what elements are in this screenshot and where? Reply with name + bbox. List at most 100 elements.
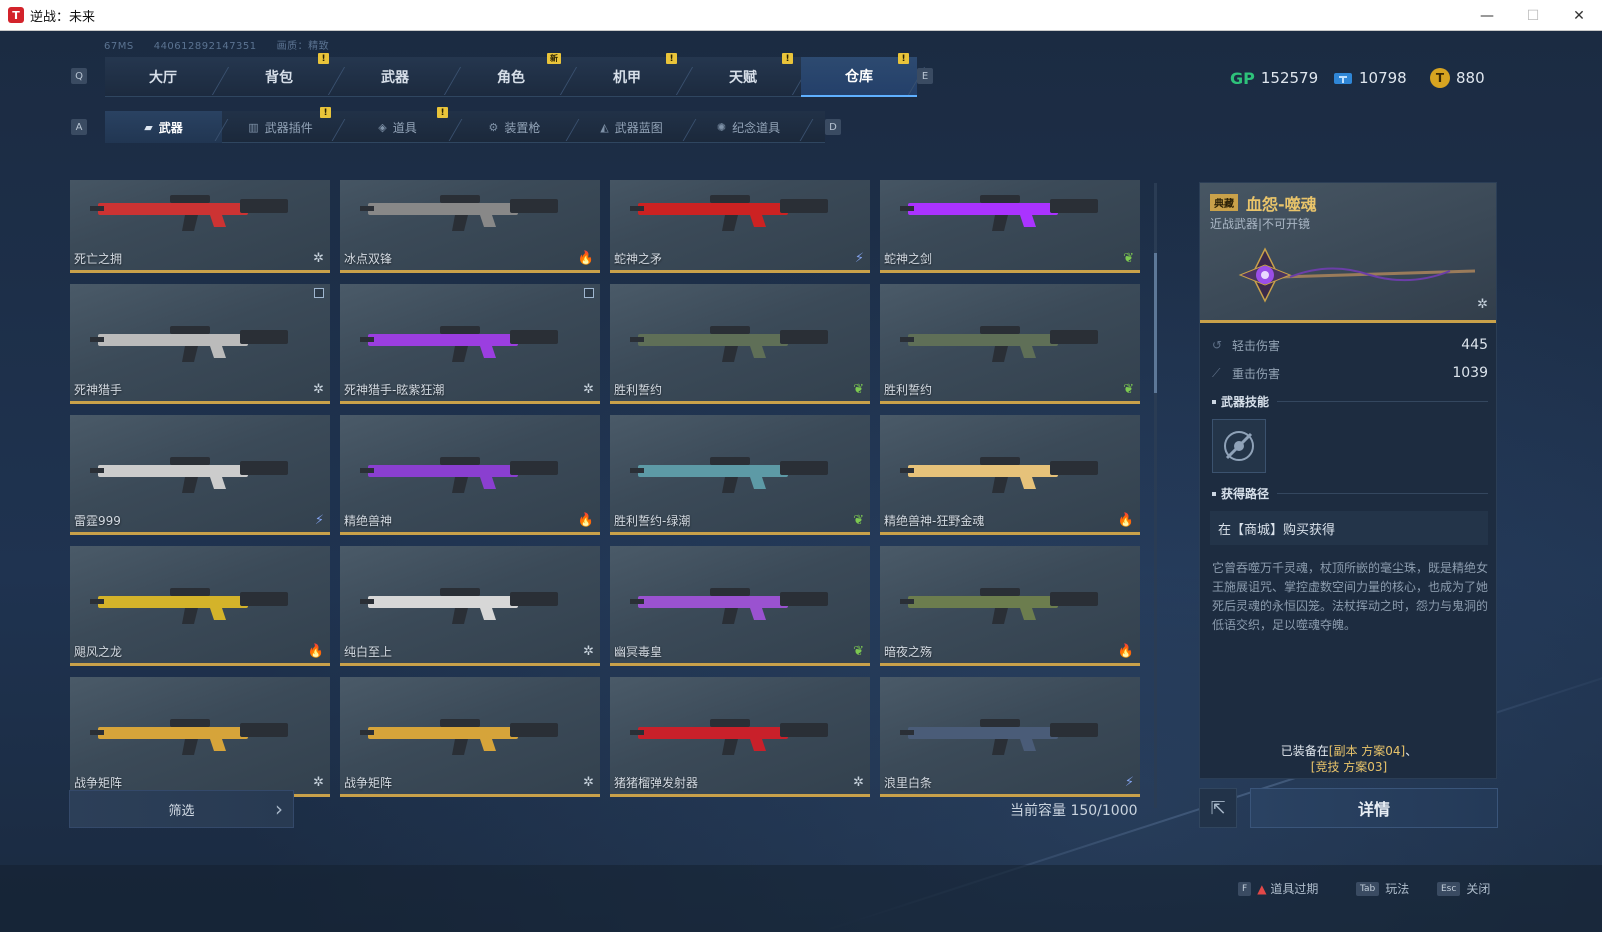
weapon-card[interactable]: 死神猎手 ✲ [70,284,330,404]
weapon-image [90,326,288,362]
tab-backpack[interactable]: 背包! [221,53,337,97]
ice-element-icon: ✲ [853,775,864,790]
minimize-button[interactable]: — [1464,0,1510,31]
filter-button[interactable]: 筛选 › [69,790,294,828]
weapon-image [900,719,1098,755]
subtab-items[interactable]: ◈ 道具! [339,107,456,143]
key-hint-a[interactable]: A [71,119,87,135]
equipped-loadout-b: [竞技 方案03] [1310,760,1388,774]
weapon-image [360,588,558,624]
weapon-image [630,195,828,231]
footer-expired-items[interactable]: F ▲ 道具过期 [1238,880,1318,897]
weapon-image [90,588,288,624]
weapon-card[interactable]: 精绝兽神 🔥 [340,415,600,535]
weapon-grid-scrollbar[interactable] [1154,183,1157,808]
plugin-icon: ▥ [248,120,259,134]
weapon-card[interactable]: 胜利誓约 ❦ [880,284,1140,404]
weapon-name: 战争矩阵 [344,776,393,790]
subtab-weapons[interactable]: ▰ 武器 [105,111,222,143]
weapon-image [360,326,558,362]
ice-element-icon: ✲ [583,382,594,397]
item-icon: ◈ [378,120,387,134]
tab-talent[interactable]: 天赋! [685,53,801,97]
scrollbar-thumb[interactable] [1154,253,1157,393]
gp-amount: 152579 [1260,69,1319,87]
weapon-card[interactable]: 雷霆999 ⚡ [70,415,330,535]
weapon-card[interactable]: 猪猪榴弹发射器 ✲ [610,677,870,797]
app-icon: T [8,7,24,23]
weapon-card[interactable]: 蛇神之剑 ❦ [880,180,1140,273]
weapon-card[interactable]: 胜利誓约 ❦ [610,284,870,404]
subtab-souvenirs[interactable]: ✺ 纪念道具 [690,111,807,143]
poison-element-icon: ❦ [1123,382,1134,397]
weapon-card[interactable]: 胜利誓约-绿潮 ❦ [610,415,870,535]
poison-element-icon: ❦ [853,382,864,397]
weapon-card[interactable]: 死神猎手-眩紫狂潮 ✲ [340,284,600,404]
capacity-text: 当前容量 150/1000 [1010,803,1138,819]
tab-lobby[interactable]: 大厅 [105,57,221,97]
maximize-button[interactable]: ☐ [1510,0,1556,31]
heavy-attack-icon: ⟋ [1212,365,1221,380]
ice-element-icon: ✲ [1477,297,1488,312]
tab-mecha[interactable]: 机甲! [569,53,685,97]
ice-element-icon: ✲ [583,775,594,790]
key-hint-e[interactable]: E [917,68,933,84]
footer-gameplay[interactable]: Tab 玩法 [1356,880,1409,897]
alert-badge: ! [898,53,909,64]
weapon-card[interactable]: 飓风之龙 🔥 [70,546,330,666]
subtab-device-guns[interactable]: ⚙ 装置枪 [456,111,573,143]
device-gun-icon: ⚙ [488,120,499,134]
chevron-right-icon: › [275,797,283,821]
weapon-image [630,457,828,493]
weapon-card[interactable]: 纯白至上 ✲ [340,546,600,666]
close-window-button[interactable]: ✕ [1556,0,1602,31]
weapon-image [90,719,288,755]
coin-icon: T [1430,68,1450,88]
weapon-image [360,195,558,231]
new-badge: 新 [547,53,561,64]
filter-label: 筛选 [168,803,195,819]
fire-element-icon: 🔥 [307,644,324,659]
weapon-image [360,457,558,493]
weapon-card[interactable]: 蛇神之矛 ⚡ [610,180,870,273]
game-area: 67MS 440612892147351 画质：精致 Q 大厅 背包! 武器 角色新… [0,31,1602,932]
weapon-skill-slot[interactable] [1212,419,1266,473]
select-checkbox[interactable] [584,288,594,298]
weapon-preview: 典藏 血怨-噬魂 近战武器|不可开镜 ✲ [1200,183,1496,323]
weapon-name: 死亡之拥 [74,252,123,266]
weapon-image [630,326,828,362]
weapon-name: 精绝兽神 [344,514,393,528]
subtab-plugins[interactable]: ▥ 武器插件! [222,107,339,143]
equipped-loadout-a: [副本 方案04] [1328,744,1406,758]
stat-light-attack: ↺ 轻击伤害 445 [1212,337,1488,353]
weapon-card[interactable]: 战争矩阵 ✲ [340,677,600,797]
tab-weapons[interactable]: 武器 [337,57,453,97]
acquisition-heading: 获得路径 [1212,485,1488,502]
weapon-card[interactable]: 幽冥毒皇 ❦ [610,546,870,666]
weapon-skill-heading: 武器技能 [1212,393,1488,410]
details-button[interactable]: 详情 [1250,788,1498,828]
key-hint-d[interactable]: D [825,119,841,135]
weapon-name: 死神猎手-眩紫狂潮 [344,383,445,397]
weapon-name: 死神猎手 [74,383,123,397]
acquisition-route: 在【商城】购买获得 [1210,511,1488,545]
select-checkbox[interactable] [314,288,324,298]
alert-badge: ! [320,107,331,118]
weapon-card[interactable]: 死亡之拥 ✲ [70,180,330,273]
share-button[interactable]: ⇱ [1199,788,1237,828]
window-title: 逆战：未来 [30,9,96,25]
footer-close[interactable]: Esc 关闭 [1437,880,1490,897]
weapon-grid: 死亡之拥 ✲ 冰点双锋 🔥 蛇神之矛 ⚡ 蛇神之剑 ❦ 死神猎手 ✲ 死神猎手-眩紫狂潮 ✲ 胜利誓约 ❦… [70,180,1140,797]
weapon-card[interactable]: 精绝兽神-狂野金魂 🔥 [880,415,1140,535]
tab-warehouse[interactable]: 仓库! [801,53,917,97]
weapon-card[interactable]: 暗夜之殇 🔥 [880,546,1140,666]
lightning-element-icon: ⚡ [314,513,324,528]
tab-character[interactable]: 角色新 [453,53,569,97]
weapon-card[interactable]: 战争矩阵 ✲ [70,677,330,797]
weapon-name: 暗夜之殇 [884,645,933,659]
weapon-card[interactable]: 浪里白条 ⚡ [880,677,1140,797]
weapon-card[interactable]: 冰点双锋 🔥 [340,180,600,273]
fire-element-icon: 🔥 [1117,644,1134,659]
key-hint-q[interactable]: Q [71,68,87,84]
subtab-blueprints[interactable]: ◭ 武器蓝图 [573,111,690,143]
